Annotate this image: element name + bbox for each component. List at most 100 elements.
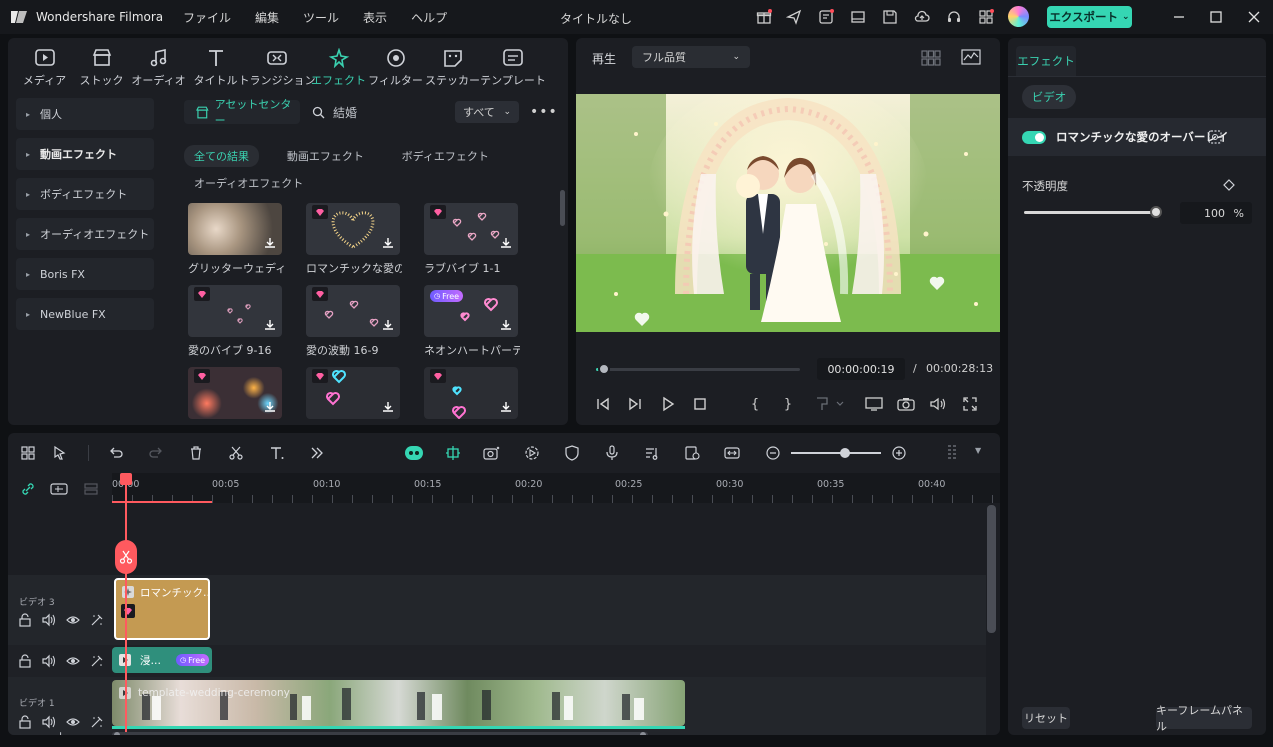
effect-item-neon-hearts-3[interactable] — [424, 367, 518, 425]
split-scissors-icon[interactable] — [227, 444, 245, 462]
asset-center-button[interactable]: アセットセンター — [184, 98, 300, 127]
menu-help[interactable]: ヘルプ — [411, 9, 447, 26]
current-time[interactable]: 00:00:00:19 — [817, 358, 905, 380]
split-at-playhead-button[interactable] — [115, 540, 137, 574]
opacity-input[interactable]: 100 % — [1180, 202, 1252, 224]
fit-timeline-icon[interactable] — [723, 444, 741, 462]
category-personal[interactable]: ▸ 個人 — [16, 98, 154, 130]
effect-item-bokeh-hearts[interactable] — [188, 367, 282, 425]
chip-video-effects[interactable]: 動画エフェクト — [277, 145, 374, 167]
text-tool-icon[interactable] — [268, 444, 286, 462]
tab-title[interactable]: タイトル — [187, 38, 244, 94]
tab-media[interactable]: メディア — [16, 38, 73, 94]
download-icon[interactable] — [381, 318, 395, 332]
download-icon[interactable] — [499, 400, 513, 414]
tab-filter[interactable]: フィルター — [367, 38, 424, 94]
effect-item-love-vibe-1-1[interactable]: ラブバイブ 1-1 — [424, 203, 518, 281]
scroll-handle-left[interactable] — [114, 732, 120, 735]
effect-item-romantic-love[interactable]: ロマンチックな愛の… — [306, 203, 402, 281]
chip-audio-effects[interactable]: オーディオエフェクト — [194, 175, 303, 191]
timeline-settings-icon[interactable] — [945, 444, 963, 462]
download-icon[interactable] — [263, 400, 277, 414]
minimize-icon[interactable] — [1171, 9, 1187, 25]
tab-sticker[interactable]: ステッカー — [424, 38, 481, 94]
download-icon[interactable] — [263, 236, 277, 250]
layout-icon[interactable] — [850, 9, 866, 25]
eye-icon[interactable] — [66, 613, 80, 630]
track-manager-icon[interactable] — [82, 480, 100, 498]
effect-item-glitter-wedding[interactable]: グリッターウェディン… — [188, 203, 284, 281]
category-audio-effects[interactable]: ▸ オーディオエフェクト — [16, 218, 154, 250]
ai-assistant-icon[interactable] — [403, 444, 425, 462]
opacity-slider-handle[interactable] — [1150, 206, 1162, 218]
menu-view[interactable]: 表示 — [363, 9, 387, 26]
fullscreen-icon[interactable] — [961, 395, 979, 413]
tab-template[interactable]: テンプレート — [480, 38, 546, 94]
microphone-icon[interactable] — [603, 444, 621, 462]
category-boris-fx[interactable]: ▸ Boris FX — [16, 258, 154, 290]
tab-stock[interactable]: ストック — [73, 38, 130, 94]
play-icon[interactable] — [659, 395, 677, 413]
display-icon[interactable] — [865, 395, 883, 413]
tab-audio[interactable]: オーディオ — [130, 38, 187, 94]
lock-icon[interactable] — [18, 613, 32, 630]
auto-reframe-icon[interactable] — [683, 444, 701, 462]
download-icon[interactable] — [499, 318, 513, 332]
timeline-horizontal-scrollbar[interactable] — [112, 732, 648, 735]
grid-view-icon[interactable] — [921, 50, 941, 66]
zoom-in-icon[interactable] — [890, 444, 908, 462]
playback-progress-handle[interactable] — [598, 363, 610, 375]
eye-icon[interactable] — [66, 715, 80, 732]
lock-icon[interactable] — [18, 715, 32, 732]
gift-icon[interactable] — [756, 9, 772, 25]
shield-icon[interactable] — [563, 444, 581, 462]
close-icon[interactable] — [1246, 9, 1262, 25]
download-icon[interactable] — [381, 236, 395, 250]
menu-file[interactable]: ファイル — [183, 9, 231, 26]
more-options-icon[interactable]: ••• — [530, 104, 558, 120]
effect-item-love-wave-16-9[interactable]: 愛の波動 16-9 — [306, 285, 400, 363]
magic-edit-icon[interactable] — [90, 654, 104, 671]
more-tools-chevron-icon[interactable] — [308, 444, 326, 462]
send-icon[interactable] — [786, 9, 802, 25]
effects-scrollbar[interactable] — [560, 190, 565, 226]
magic-edit-icon[interactable] — [90, 715, 104, 732]
timeline-vertical-scrollbar[interactable] — [987, 505, 996, 633]
link-icon[interactable] — [19, 480, 37, 498]
group-track-icon[interactable] — [50, 480, 68, 498]
download-icon[interactable] — [381, 400, 395, 414]
zoom-slider-handle[interactable] — [840, 448, 850, 458]
effect-mask-icon[interactable] — [1208, 130, 1222, 144]
insert-marker-icon[interactable] — [812, 395, 848, 413]
delete-trash-icon[interactable] — [187, 444, 205, 462]
menu-edit[interactable]: 編集 — [255, 9, 279, 26]
apps-grid-icon[interactable] — [978, 9, 994, 25]
category-newblue-fx[interactable]: ▸ NewBlue FX — [16, 298, 154, 330]
eye-icon[interactable] — [66, 654, 80, 671]
cloud-project-icon[interactable] — [818, 9, 834, 25]
zoom-slider-track[interactable] — [791, 452, 881, 454]
category-body-effects[interactable]: ▸ ボディエフェクト — [16, 178, 154, 210]
tab-effects[interactable]: エフェクト — [310, 38, 367, 94]
effect-item-neon-heart-party[interactable]: ◷Free ネオンハートパーテ… — [424, 285, 520, 363]
prev-frame-icon[interactable] — [594, 395, 612, 413]
zoom-out-icon[interactable] — [764, 444, 782, 462]
scroll-handle-right[interactable] — [640, 732, 646, 735]
chip-all-results[interactable]: 全ての結果 — [184, 145, 259, 167]
layout-select-icon[interactable] — [19, 444, 37, 462]
select-cursor-icon[interactable] — [51, 444, 69, 462]
effect-item-love-vibe-9-16[interactable]: 愛のバイブ 9-16 — [188, 285, 282, 363]
keyframe-panel-button[interactable]: キーフレームパネル — [1156, 704, 1252, 733]
overlay-clip[interactable]: 浸… ◷ Free — [112, 647, 212, 673]
download-icon[interactable] — [263, 318, 277, 332]
speaker-icon[interactable] — [42, 715, 56, 732]
stop-icon[interactable] — [691, 395, 709, 413]
waveform-scope-icon[interactable] — [961, 49, 981, 65]
quality-dropdown[interactable]: フル品質 ⌄ — [632, 46, 750, 68]
maximize-icon[interactable] — [1208, 9, 1224, 25]
video-clip-wedding[interactable]: template-wedding-ceremony — [112, 680, 685, 726]
timeline-ruler[interactable]: 00:00 00:05 00:10 00:15 00:20 00:25 00:3… — [112, 473, 1000, 503]
auto-ripple-icon[interactable] — [444, 444, 462, 462]
preview-video-frame[interactable] — [576, 94, 1000, 332]
caret-down-icon[interactable]: ▼ — [975, 446, 981, 455]
